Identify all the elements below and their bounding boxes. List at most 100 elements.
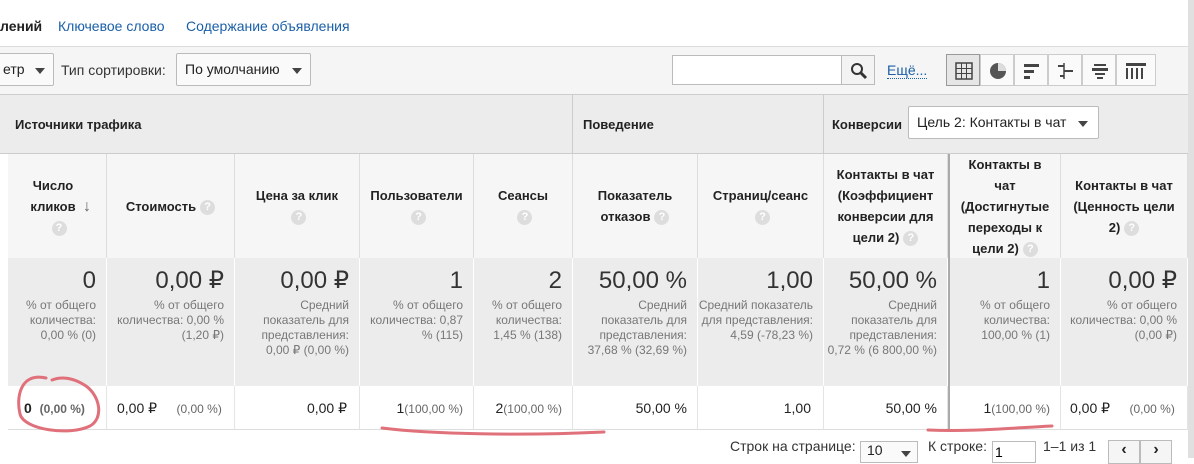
col-users-label: Пользователи	[370, 188, 463, 203]
rows-per-page-label: Строк на странице:	[730, 438, 856, 454]
table-row-cell: 50,00 %	[573, 386, 698, 430]
view-term-cloud-button[interactable]	[1082, 54, 1116, 86]
total-bounce-rate: 50,00 % Средний показатель для представл…	[573, 258, 698, 386]
total-value: 2	[548, 267, 562, 294]
col-goal-completions-label: Контакты в чат (Достигнутые переходы к ц…	[960, 156, 1050, 256]
total-sub: % от общего количества: 0,00 % (0,00 ₽)	[1070, 298, 1177, 342]
total-sub: % от общего количества: 0,00 % (1,20 ₽)	[117, 298, 224, 342]
sort-label: Тип сортировки:	[61, 62, 166, 78]
rows-per-page-select[interactable]: 10	[860, 441, 918, 463]
chevron-down-icon	[292, 68, 302, 74]
total-goal-value: 0,00 ₽ % от общего количества: 0,00 % (0…	[1061, 258, 1188, 386]
total-sub: Средний показатель для представления: 0,…	[261, 298, 349, 357]
comparison-icon	[1058, 63, 1073, 79]
table-row-cell: 1,00	[698, 386, 824, 430]
table-row-cell: 0,00 ₽ (0,00 %)	[1061, 386, 1188, 430]
help-icon[interactable]: ?	[1022, 241, 1038, 257]
total-sub: % от общего количества: 0,87 % (115)	[370, 298, 463, 342]
cell-pct: (100,00 %)	[404, 402, 463, 416]
view-pivot-button[interactable]	[1116, 54, 1156, 86]
goto-row-input[interactable]	[992, 441, 1036, 463]
next-page-button[interactable]: ›	[1140, 440, 1172, 464]
col-pages-per-session[interactable]: Страниц/сеанс?	[698, 154, 824, 258]
col-clicks[interactable]: Число кликов ↓?	[8, 154, 107, 258]
tab-placements[interactable]: лений	[0, 18, 42, 34]
col-sessions[interactable]: Сеансы?	[474, 154, 573, 258]
cell-value: 0	[24, 400, 32, 416]
tab-keyword[interactable]: Ключевое слово	[58, 18, 165, 34]
total-cpc: 0,00 ₽ Средний показатель для представле…	[235, 258, 360, 386]
chevron-right-icon: ›	[1153, 441, 1159, 458]
help-icon[interactable]: ?	[51, 220, 67, 236]
group-conversions-label: Конверсии	[832, 117, 902, 132]
cell-pct: (0,00 %)	[176, 402, 222, 416]
chevron-down-icon	[901, 451, 911, 457]
col-conv-rate[interactable]: Контакты в чат (Коэффициент конверсии дл…	[824, 154, 948, 258]
group-traffic: Источники трафика	[0, 94, 573, 154]
bar-chart-icon	[1024, 64, 1039, 79]
total-sub: % от общего количества: 100,00 % (1)	[980, 298, 1050, 342]
table-row-cell: 0 (0,00 %)	[8, 386, 107, 430]
total-value: 0,00 ₽	[155, 267, 224, 294]
search-button[interactable]	[841, 55, 875, 85]
more-link[interactable]: Ещё...	[887, 62, 928, 79]
help-icon[interactable]: ?	[291, 210, 307, 226]
cell-pct: (100,00 %)	[503, 402, 562, 416]
col-bounce-rate[interactable]: Показатель отказов?	[573, 154, 698, 258]
prev-page-button[interactable]: ‹	[1108, 440, 1140, 464]
col-conv-rate-label: Контакты в чат (Коэффициент конверсии дл…	[836, 167, 935, 245]
total-clicks: 0 % от общего количества: 0,00 % (0)	[8, 258, 107, 386]
cell-value: 1,00	[783, 400, 811, 416]
total-value: 0,00 ₽	[1108, 267, 1177, 294]
total-value: 50,00 %	[598, 267, 687, 294]
view-pie-button[interactable]	[980, 54, 1014, 86]
goal-select[interactable]: Цель 2: Контакты в чат	[908, 106, 1099, 139]
view-performance-button[interactable]	[1014, 54, 1048, 86]
search-input[interactable]	[672, 55, 842, 85]
total-pages-per-session: 1,00 Средний показатель для представлени…	[698, 258, 824, 386]
table-grid-icon	[955, 62, 973, 80]
col-goal-completions[interactable]: Контакты в чат (Достигнутые переходы к ц…	[948, 154, 1061, 258]
total-sub: Средний показатель для представления: 4,…	[698, 298, 813, 342]
view-comparison-button[interactable]	[1048, 54, 1082, 86]
cell-value: 50,00 %	[885, 400, 937, 416]
term-cloud-icon	[1092, 64, 1108, 79]
tab-ad-content[interactable]: Содержание объявления	[186, 18, 350, 34]
view-table-button[interactable]	[946, 54, 980, 86]
cell-pct: (0,00 %)	[39, 402, 85, 416]
help-icon[interactable]: ?	[654, 210, 670, 226]
col-users[interactable]: Пользователи?	[360, 154, 474, 258]
total-value: 0	[82, 267, 96, 294]
help-icon[interactable]: ?	[517, 210, 533, 226]
col-cpc[interactable]: Цена за клик?	[235, 154, 360, 258]
col-goal-value[interactable]: Контакты в чат (Ценность цели 2)?	[1061, 154, 1188, 258]
table-row-cell: 1(100,00 %)	[948, 386, 1061, 430]
goal-select-value: Цель 2: Контакты в чат	[917, 114, 1067, 130]
rows-per-page-value: 10	[867, 442, 883, 458]
help-icon[interactable]: ?	[903, 231, 919, 247]
scrollbar[interactable]	[1188, 0, 1194, 458]
group-traffic-label: Источники трафика	[15, 117, 142, 132]
total-value: 1	[449, 267, 463, 294]
help-icon[interactable]: ?	[1124, 220, 1140, 236]
help-icon[interactable]: ?	[411, 210, 426, 226]
filter-select[interactable]: етр	[0, 53, 54, 86]
goto-row-label: К строке:	[928, 438, 987, 454]
col-pages-label: Страниц/сеанс	[712, 188, 809, 203]
cell-value: 0,00 ₽	[1070, 400, 1111, 416]
chevron-down-icon	[1078, 121, 1088, 127]
help-icon[interactable]: ?	[755, 210, 770, 226]
group-behavior-label: Поведение	[583, 117, 654, 132]
col-cpc-label: Цена за клик	[255, 188, 339, 203]
table-row-cell: 0,00 ₽	[235, 386, 360, 430]
total-sub: % от общего количества: 1,45 % (138)	[492, 298, 562, 342]
table-row-cell: 1(100,00 %)	[360, 386, 474, 430]
total-sub: % от общего количества: 0,00 % (0)	[26, 298, 96, 342]
total-value: 1,00	[766, 267, 813, 294]
total-value: 1	[1036, 267, 1050, 294]
help-icon[interactable]: ?	[200, 199, 216, 215]
cell-value: 50,00 %	[635, 400, 687, 416]
col-cost[interactable]: Стоимость?	[107, 154, 235, 258]
sort-select[interactable]: По умолчанию	[176, 53, 311, 86]
table-row-cell: 50,00 %	[824, 386, 948, 430]
